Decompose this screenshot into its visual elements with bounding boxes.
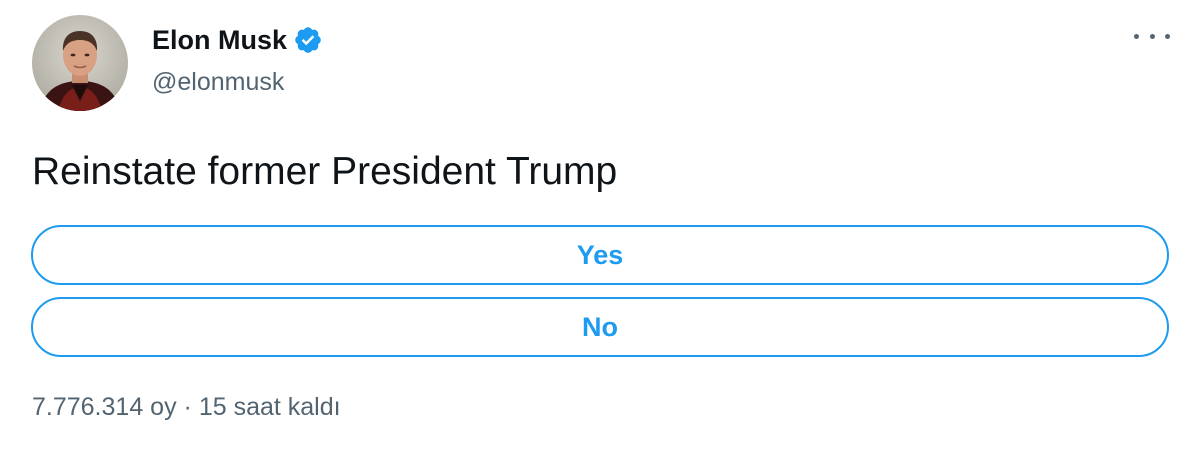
verified-badge-icon bbox=[293, 25, 323, 55]
poll-time-left: 15 saat kaldı bbox=[198, 393, 341, 421]
avatar[interactable] bbox=[32, 15, 128, 111]
poll-option-yes[interactable]: Yes bbox=[31, 225, 1169, 285]
poll-option-no[interactable]: No bbox=[31, 297, 1169, 357]
author-handle[interactable]: @elonmusk bbox=[152, 66, 284, 98]
dot bbox=[1134, 33, 1139, 39]
dot bbox=[1165, 33, 1170, 39]
more-options-icon[interactable] bbox=[1134, 24, 1170, 48]
author-name-row[interactable]: Elon Musk bbox=[152, 23, 323, 57]
tweet-card: Elon Musk @elonmusk Reinstate former Pre… bbox=[0, 0, 1200, 453]
avatar-image bbox=[32, 15, 128, 111]
poll-vote-count: 7.776.314 oy bbox=[32, 393, 177, 421]
author-display-name[interactable]: Elon Musk bbox=[152, 23, 287, 57]
poll-meta: 7.776.314 oy · 15 saat kaldı bbox=[32, 391, 341, 423]
tweet-text: Reinstate former President Trump bbox=[32, 150, 618, 193]
poll-separator: · bbox=[183, 393, 192, 421]
dot bbox=[1149, 33, 1155, 39]
